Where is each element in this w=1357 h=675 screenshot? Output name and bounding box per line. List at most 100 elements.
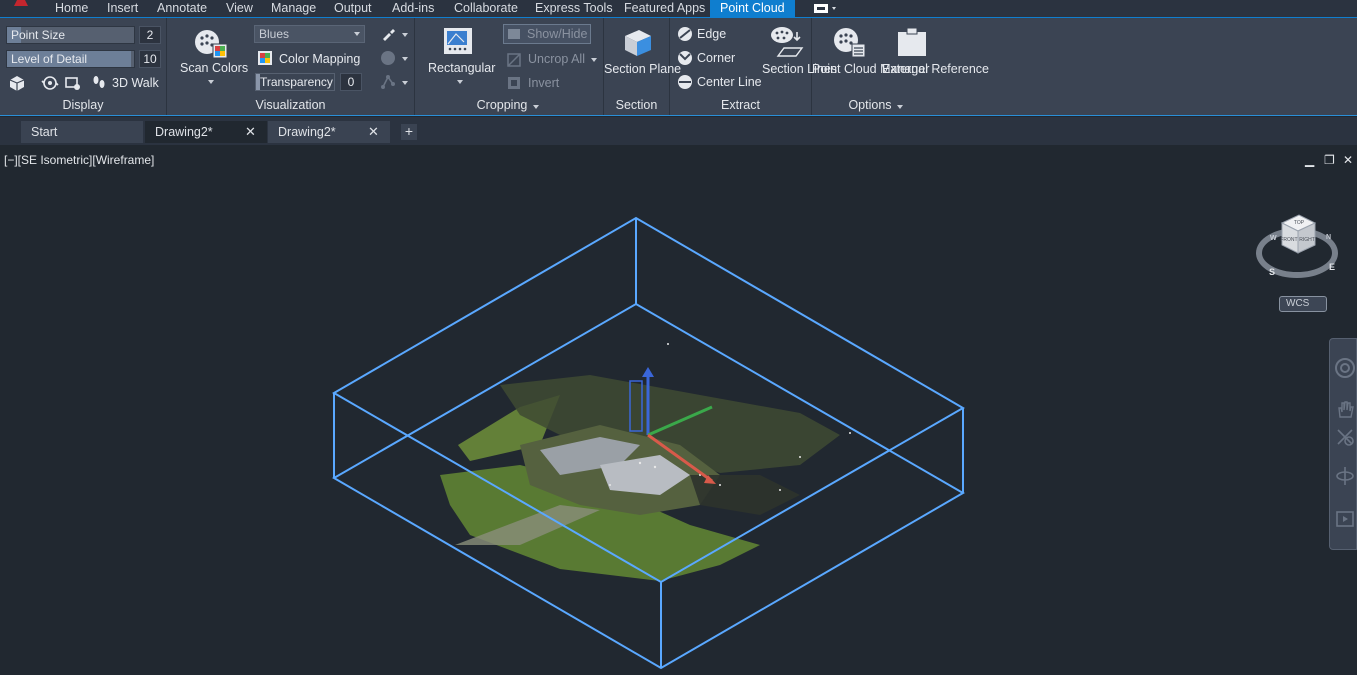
close-icon[interactable]: ✕	[368, 121, 379, 143]
viewcube[interactable]: TOP FRONT RIGHT S E W N	[1255, 205, 1339, 285]
invert-button[interactable]: Invert	[528, 76, 559, 90]
viewcube-front-label[interactable]: FRONT	[1280, 237, 1297, 243]
brush-icon[interactable]	[380, 26, 396, 42]
nodes-chevron-down-icon[interactable]	[402, 81, 408, 85]
options-panel-title[interactable]: Options	[812, 97, 942, 113]
scan-colors-chevron-down-icon[interactable]	[208, 80, 214, 84]
color-mapping-icon[interactable]	[257, 50, 273, 66]
orbit-icon[interactable]	[41, 74, 59, 92]
section-lines-button[interactable]: Section Lines	[762, 62, 837, 77]
display-panel-title: Display	[62, 98, 104, 112]
uncrop-all-icon[interactable]	[506, 52, 522, 68]
tab-collaborate[interactable]: Collaborate	[454, 0, 518, 17]
sphere-icon[interactable]	[380, 50, 396, 66]
wcs-menu[interactable]: WCS	[1279, 296, 1327, 312]
rectangular-button[interactable]: Rectangular	[428, 61, 495, 75]
tab-add-ins[interactable]: Add-ins	[392, 0, 434, 17]
scan-colors-icon[interactable]	[193, 26, 229, 60]
visualization-panel: Scan Colors Blues Color Mapping Transpar…	[167, 18, 415, 115]
file-tab-drawing2-active[interactable]: Drawing2* ✕	[145, 121, 267, 143]
file-tab-label: Drawing2*	[155, 125, 213, 139]
rectangular-crop-icon[interactable]	[442, 26, 476, 58]
section-lines-icon[interactable]	[770, 26, 804, 58]
point-cloud-scene[interactable]	[0, 145, 1357, 675]
level-of-detail-value[interactable]: 10	[139, 50, 161, 68]
tab-express-tools[interactable]: Express Tools	[535, 0, 613, 17]
options-chevron-down-icon[interactable]	[897, 105, 903, 109]
external-reference-button[interactable]: External Reference	[882, 62, 989, 77]
viewcube-right-label[interactable]: RIGHT	[1299, 237, 1315, 243]
new-tab-plus-icon[interactable]: +	[401, 124, 417, 140]
color-scheme-select[interactable]: Blues	[254, 25, 365, 43]
center-line-icon[interactable]	[677, 74, 693, 90]
color-scheme-value: Blues	[259, 27, 290, 41]
ribbon: Point Size 2 Level of Detail 10 3D Walk …	[0, 17, 1357, 116]
scan-colors-button[interactable]: Scan Colors	[180, 61, 248, 75]
show-hide-label: Show/Hide	[527, 27, 588, 41]
nodes-icon[interactable]	[380, 74, 396, 90]
uncrop-all-button[interactable]: Uncrop All	[528, 52, 585, 66]
show-hide-button[interactable]: Show/Hide	[503, 24, 591, 44]
brush-chevron-down-icon[interactable]	[402, 33, 408, 37]
look-icon[interactable]	[64, 74, 82, 92]
file-tab-bar: Start Drawing2* ✕ Drawing2* ✕ +	[0, 117, 1357, 145]
point-cloud-manager-icon[interactable]	[832, 26, 866, 58]
level-of-detail-slider[interactable]: Level of Detail	[6, 50, 135, 68]
section-plane-icon[interactable]	[621, 26, 653, 58]
footprints-icon[interactable]	[91, 74, 107, 92]
corner-icon[interactable]	[677, 50, 693, 66]
tab-featured-apps[interactable]: Featured Apps	[624, 0, 705, 17]
edge-icon[interactable]	[677, 26, 693, 42]
3d-walk-label[interactable]: 3D Walk	[112, 76, 159, 90]
ribbon-minimize-icon[interactable]	[812, 3, 840, 14]
showmotion-icon[interactable]	[1335, 509, 1355, 529]
corner-button[interactable]: Corner	[697, 51, 735, 65]
transparency-label: Transparency	[260, 75, 333, 89]
invert-icon[interactable]	[506, 75, 522, 91]
center-line-button[interactable]: Center Line	[697, 75, 762, 89]
transparency-value[interactable]: 0	[340, 73, 362, 91]
transparency-slider[interactable]: Transparency	[255, 73, 335, 91]
compass-e-label[interactable]: E	[1329, 262, 1335, 272]
tab-point-cloud[interactable]: Point Cloud	[710, 0, 795, 17]
file-tab-drawing2[interactable]: Drawing2* ✕	[268, 121, 390, 143]
compass-w-label[interactable]: W	[1270, 235, 1277, 242]
menu-bar: Home Insert Annotate View Manage Output …	[0, 0, 1357, 17]
tab-home[interactable]: Home	[55, 0, 88, 17]
section-plane-button[interactable]: Section Plane	[604, 62, 681, 77]
display-panel: Point Size 2 Level of Detail 10 3D Walk …	[0, 18, 167, 115]
point-cloud-manager-button[interactable]: Point Cloud Manager	[812, 62, 929, 77]
zoom-extents-icon[interactable]	[1335, 427, 1355, 447]
tab-insert[interactable]: Insert	[107, 0, 138, 17]
sphere-chevron-down-icon[interactable]	[402, 57, 408, 61]
cropping-panel-title[interactable]: Cropping	[415, 97, 603, 113]
pan-hand-icon[interactable]	[1335, 399, 1355, 419]
extract-panel: Edge Corner Center Line Section Lines Ex…	[670, 18, 837, 115]
cropping-chevron-down-icon[interactable]	[533, 105, 539, 109]
tab-view[interactable]: View	[226, 0, 253, 17]
point-size-label: Point Size	[11, 28, 66, 42]
options-panel: Point Cloud Manager External Reference O…	[812, 18, 989, 115]
orbit-nav-icon[interactable]	[1335, 465, 1355, 487]
edge-button[interactable]: Edge	[697, 27, 726, 41]
point-size-value[interactable]: 2	[139, 26, 161, 44]
close-icon[interactable]: ✕	[245, 121, 256, 143]
tab-manage[interactable]: Manage	[271, 0, 316, 17]
color-scheme-chevron-down-icon	[354, 32, 360, 36]
uncrop-all-chevron-down-icon[interactable]	[591, 58, 597, 62]
compass-s-label[interactable]: S	[1269, 267, 1275, 277]
autocad-logo-icon[interactable]	[6, 0, 36, 6]
steering-wheel-icon[interactable]	[1334, 357, 1356, 379]
rectangular-chevron-down-icon[interactable]	[457, 80, 463, 84]
drawing-viewport[interactable]: [−][SE Isometric][Wireframe] ▁ ❐ ✕ TOP F…	[0, 145, 1357, 675]
tab-output[interactable]: Output	[334, 0, 372, 17]
tab-annotate[interactable]: Annotate	[157, 0, 207, 17]
point-size-slider[interactable]: Point Size	[6, 26, 135, 44]
cube-icon[interactable]	[8, 74, 26, 92]
visualization-panel-title: Visualization	[255, 98, 326, 112]
external-reference-icon[interactable]	[895, 26, 929, 58]
compass-n-label[interactable]: N	[1326, 234, 1331, 241]
color-mapping-button[interactable]: Color Mapping	[279, 52, 360, 66]
viewcube-top-label[interactable]: TOP	[1294, 220, 1305, 226]
file-tab-start[interactable]: Start	[21, 121, 143, 143]
